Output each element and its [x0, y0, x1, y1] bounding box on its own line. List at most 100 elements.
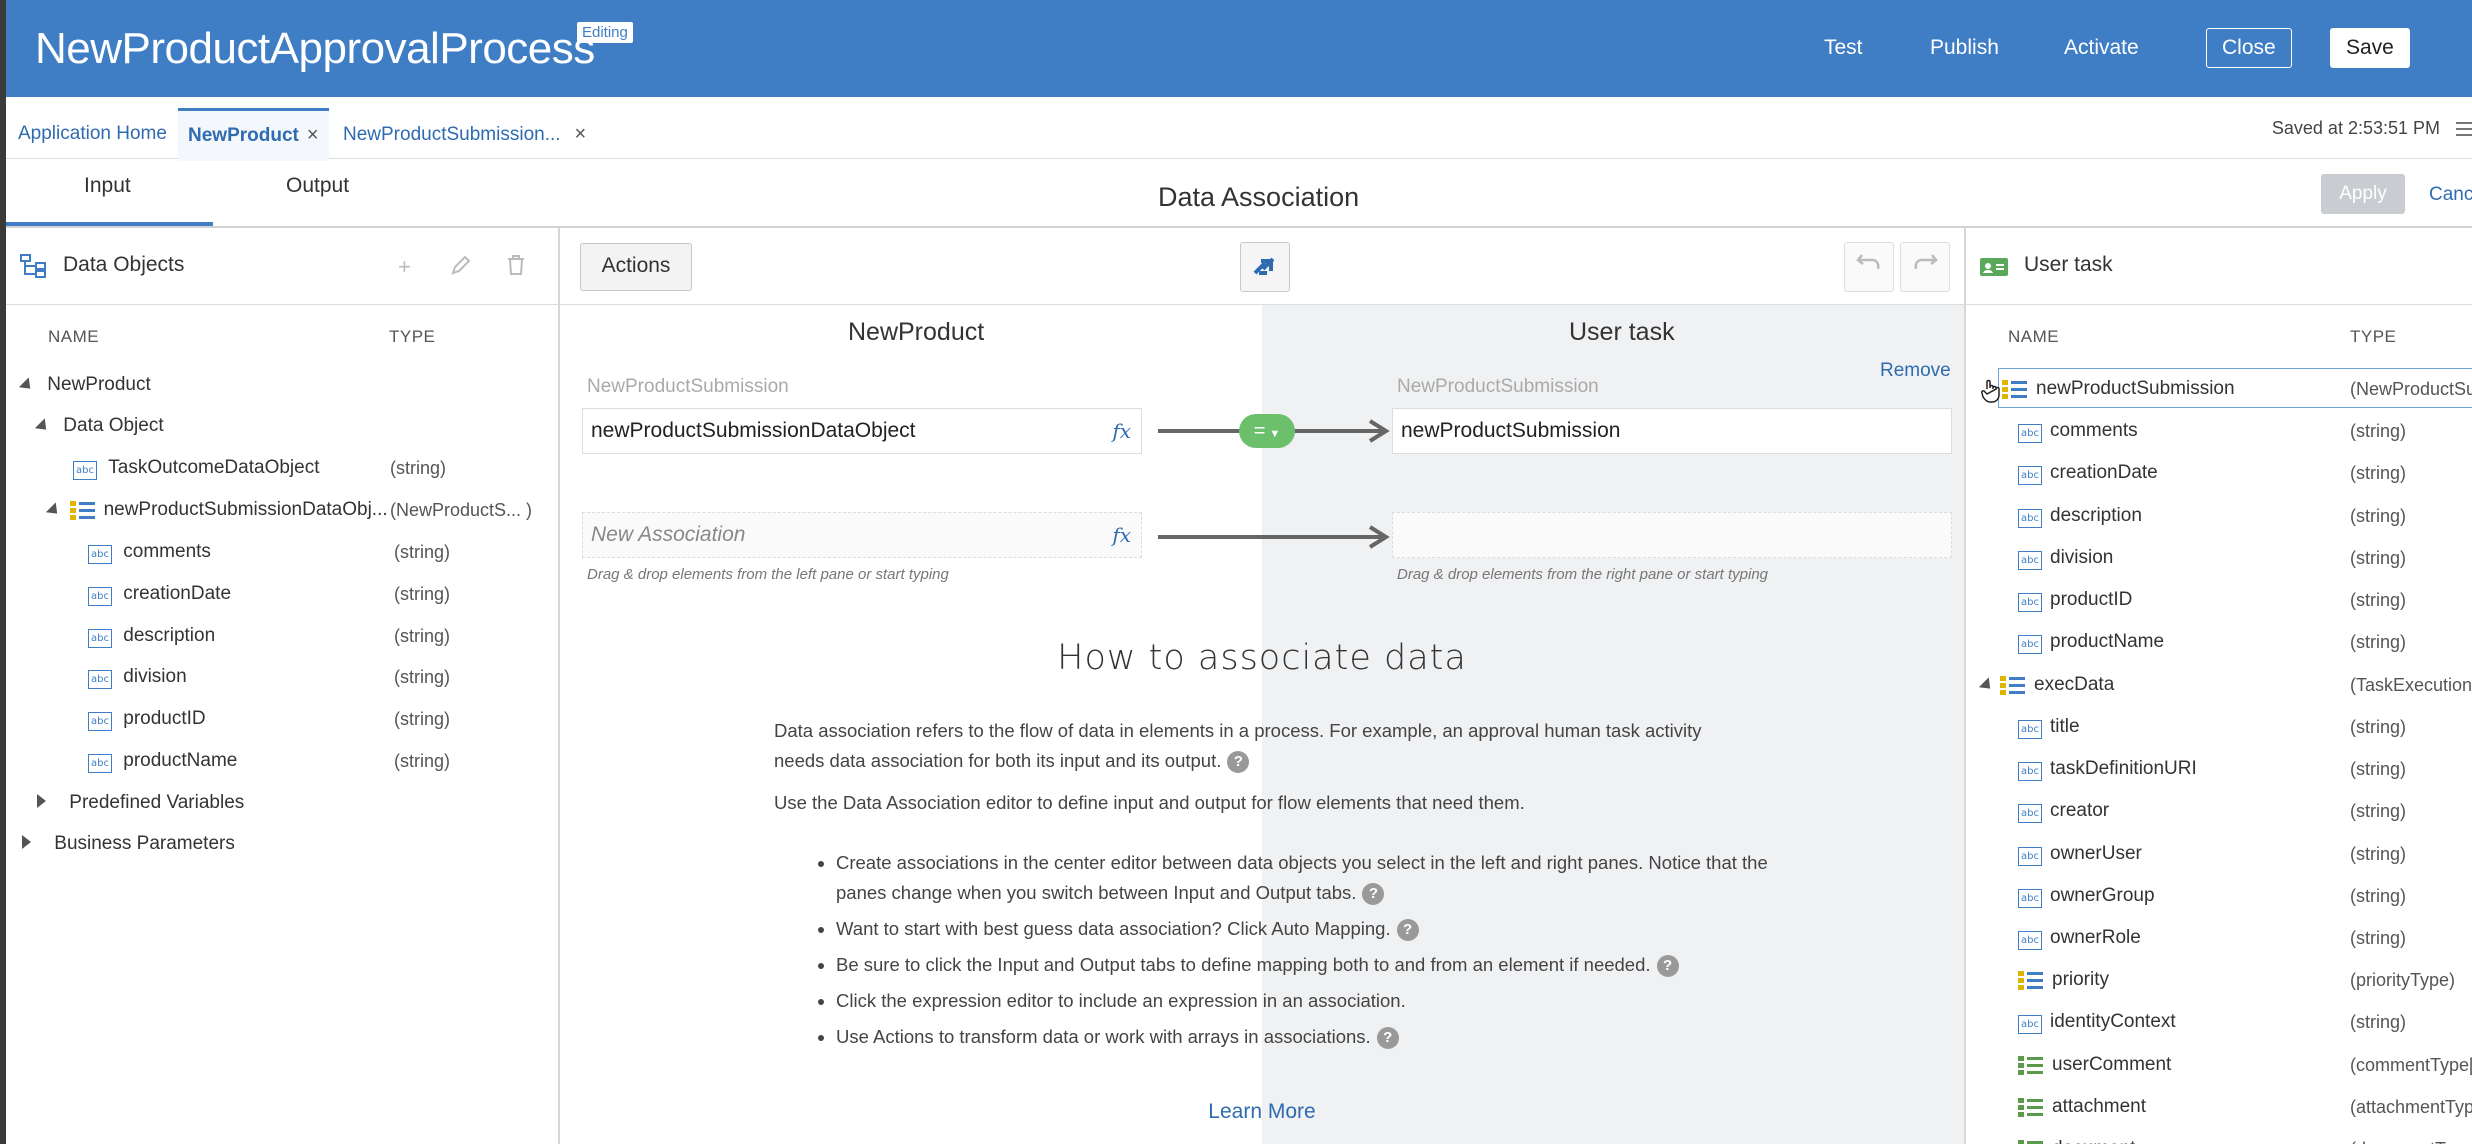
string-type-icon: abc — [88, 754, 112, 773]
tab-input[interactable]: Input — [84, 174, 131, 198]
string-type-icon: abc — [2018, 635, 2042, 654]
source-expression-field[interactable]: newProductSubmissionDataObject fx — [582, 408, 1142, 454]
tab-application-home[interactable]: Application Home — [18, 108, 167, 158]
tree-item[interactable]: abc productID — [88, 699, 206, 739]
tree-item[interactable]: abc ownerUser — [2018, 834, 2142, 874]
type-label: (string) — [2350, 548, 2407, 568]
help-icon[interactable]: ? — [1376, 1027, 1399, 1050]
help-icon[interactable]: ? — [1362, 883, 1385, 906]
help-icon[interactable]: ? — [1227, 751, 1250, 774]
structure-icon — [2000, 675, 2026, 695]
tree-item[interactable]: abc productID — [2018, 580, 2132, 620]
tree-item[interactable]: abc creationDate — [2018, 453, 2158, 493]
collection-type-icon — [2018, 1139, 2044, 1144]
user-task-pane: User task NAME TYPE newProductSubmission… — [1964, 228, 2472, 1144]
tree-item[interactable]: userComment — [2018, 1045, 2171, 1085]
tree-item[interactable]: abc comments — [2018, 411, 2138, 451]
tree-node-business-parameters[interactable]: Business Parameters — [22, 824, 235, 864]
tree-item[interactable]: abc comments — [88, 532, 211, 572]
tree-item[interactable]: abc creationDate — [88, 574, 231, 614]
close-button[interactable]: Close — [2206, 28, 2292, 68]
menu-icon[interactable] — [2456, 122, 2472, 140]
type-label: (string) — [2350, 759, 2407, 779]
type-label: (string) — [2350, 928, 2407, 948]
tab-output[interactable]: Output — [286, 174, 349, 198]
tree-node-predefined-variables[interactable]: Predefined Variables — [37, 783, 244, 823]
string-type-icon: abc — [2018, 804, 2042, 823]
expand-icon[interactable] — [1978, 677, 1996, 694]
undo-button[interactable] — [1844, 242, 1894, 292]
expand-icon[interactable] — [18, 377, 36, 394]
actions-button[interactable]: Actions — [580, 243, 692, 291]
expand-icon[interactable] — [45, 502, 63, 519]
tree-node-submission-dataobject[interactable]: newProductSubmissionDataObj... — [45, 490, 388, 530]
tree-item[interactable]: abc division — [88, 657, 187, 697]
string-type-icon: abc — [2018, 931, 2042, 950]
target-owner-label: NewProductSubmission — [1397, 376, 1599, 397]
target-drop-hint: Drag & drop elements from the right pane… — [1397, 566, 1769, 583]
tree-item[interactable]: abc productName — [88, 741, 237, 781]
tree-item[interactable]: abc taskDefinitionURI — [2018, 749, 2197, 789]
expression-editor-icon[interactable]: fx — [1112, 409, 1131, 453]
mapping-type-toggle[interactable]: = ▼ — [1239, 414, 1295, 448]
add-icon[interactable]: + — [398, 254, 411, 280]
source-column-title: NewProduct — [848, 318, 985, 346]
tree-item[interactable]: abc TaskOutcomeDataObject — [73, 448, 319, 488]
undo-icon — [1856, 254, 1880, 270]
help-icon[interactable]: ? — [1396, 919, 1419, 942]
expand-icon[interactable] — [34, 418, 52, 435]
tab-newproduct[interactable]: NewProduct × — [178, 108, 329, 161]
tree-item[interactable]: abc ownerGroup — [2018, 876, 2155, 916]
tree-item[interactable]: newProductSubmission — [2002, 369, 2235, 409]
tree-item[interactable]: abc title — [2018, 707, 2080, 747]
tree-item[interactable]: abc description — [88, 616, 215, 656]
learn-more-link[interactable]: Learn More — [560, 1100, 1964, 1124]
collapse-icon[interactable] — [22, 835, 31, 849]
test-link[interactable]: Test — [1824, 36, 1863, 60]
collection-type-icon — [2018, 1097, 2044, 1117]
new-association-field[interactable]: New Association fx — [582, 512, 1142, 558]
close-tab-icon[interactable]: × — [307, 124, 319, 146]
help-icon[interactable]: ? — [1656, 955, 1679, 978]
structure-icon — [70, 500, 96, 520]
tree-item[interactable]: abc division — [2018, 538, 2113, 578]
expression-editor-icon[interactable]: fx — [1112, 513, 1131, 557]
collapse-icon[interactable] — [37, 794, 46, 808]
type-label: (documentType — [2350, 1139, 2472, 1144]
type-label: (string) — [2350, 801, 2407, 821]
string-type-icon: abc — [2018, 720, 2042, 739]
document-tabs: Application Home NewProduct × NewProductS… — [6, 108, 2472, 161]
tree-item[interactable]: document — [2018, 1129, 2135, 1144]
edit-icon[interactable] — [450, 254, 472, 282]
tree-node-newproduct[interactable]: NewProduct — [18, 365, 151, 405]
string-type-icon: abc — [2018, 551, 2042, 570]
tree-item[interactable]: abc creator — [2018, 791, 2109, 831]
publish-link[interactable]: Publish — [1930, 36, 1999, 60]
target-expression-field[interactable]: newProductSubmission — [1392, 408, 1952, 454]
tree-item[interactable]: abc identityContext — [2018, 1002, 2176, 1042]
new-target-field[interactable] — [1392, 512, 1952, 558]
pane-header: Data Objects + — [6, 228, 558, 305]
help-heading: How to associate data — [1057, 638, 1467, 678]
auto-mapping-button[interactable] — [1240, 242, 1290, 292]
remove-link[interactable]: Remove — [1880, 360, 1951, 382]
help-bullet-list: Create associations in the center editor… — [774, 848, 1806, 1058]
tree-item[interactable]: execData — [1978, 665, 2114, 705]
type-label: (string) — [394, 626, 451, 646]
auto-mapping-icon — [1253, 257, 1275, 275]
redo-button[interactable] — [1900, 242, 1950, 292]
apply-button[interactable]: Apply — [2321, 174, 2405, 214]
tree-item[interactable]: abc description — [2018, 496, 2142, 536]
save-button[interactable]: Save — [2330, 28, 2410, 68]
tab-newproductsubmission[interactable]: NewProductSubmission... × — [343, 108, 586, 158]
activate-link[interactable]: Activate — [2064, 36, 2139, 60]
tree-node-data-object[interactable]: Data Object — [34, 406, 164, 446]
tree-item[interactable]: abc productName — [2018, 622, 2164, 662]
tree-item[interactable]: attachment — [2018, 1087, 2146, 1127]
close-tab-icon[interactable]: × — [575, 123, 587, 145]
tree-item[interactable]: priority — [2018, 960, 2109, 1000]
cancel-button[interactable]: Canc — [2429, 184, 2472, 206]
string-type-icon: abc — [2018, 509, 2042, 528]
delete-icon[interactable] — [506, 254, 526, 282]
tree-item[interactable]: abc ownerRole — [2018, 918, 2141, 958]
